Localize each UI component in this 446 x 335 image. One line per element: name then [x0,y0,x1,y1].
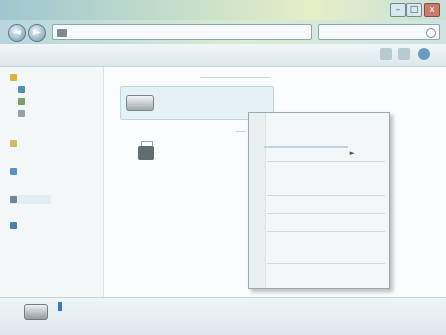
nav-computer[interactable] [10,195,51,204]
nav-network[interactable] [10,221,21,230]
group-divider-2 [236,131,246,132]
network-icon [10,222,17,229]
menu-separator [267,231,385,232]
forward-button[interactable]: ► [28,24,46,42]
downloads-icon [18,98,25,105]
details-name [58,302,62,311]
nav-libraries[interactable] [10,139,21,148]
explorer-window: – □ x ◄ ► ► [0,0,446,335]
homegroup-icon [10,168,17,175]
search-icon [426,28,436,38]
nav-downloads[interactable] [18,97,29,106]
menu-separator [267,161,385,162]
title-bar: – □ x [0,0,446,20]
nav-desktop[interactable] [18,85,29,94]
recent-places-icon [18,110,25,117]
address-bar-row: ◄ ► [0,20,446,44]
nav-favorites[interactable] [10,73,21,82]
folder-icon [10,140,17,147]
help-icon[interactable] [418,48,430,60]
context-menu: ► [248,112,390,289]
hard-drive-icon [126,95,154,111]
maximize-button[interactable]: □ [406,3,422,17]
preview-pane-icon[interactable] [398,48,410,60]
nav-homegroup[interactable] [10,167,21,176]
close-button[interactable]: x [424,3,440,17]
command-bar [0,44,446,67]
details-name-highlight [58,302,62,311]
back-button[interactable]: ◄ [8,24,26,42]
printer-icon[interactable] [138,146,154,160]
desktop-icon [18,86,25,93]
navigation-pane [0,67,104,297]
computer-nav-icon [10,196,17,203]
star-icon [10,74,17,81]
nav-recent-places[interactable] [18,109,29,118]
view-options-icon[interactable] [380,48,392,60]
menu-separator [267,195,385,196]
details-pane [0,297,446,335]
hard-drive-details-icon [24,304,48,320]
menu-separator [267,263,385,264]
menu-separator [267,213,385,214]
submenu-arrow-icon: ► [349,149,355,157]
minimize-button[interactable]: – [390,3,406,17]
address-input[interactable] [52,24,312,40]
computer-icon [57,29,67,37]
menu-icon-strip [249,113,266,288]
search-input[interactable] [318,24,440,40]
group-divider [200,77,270,78]
